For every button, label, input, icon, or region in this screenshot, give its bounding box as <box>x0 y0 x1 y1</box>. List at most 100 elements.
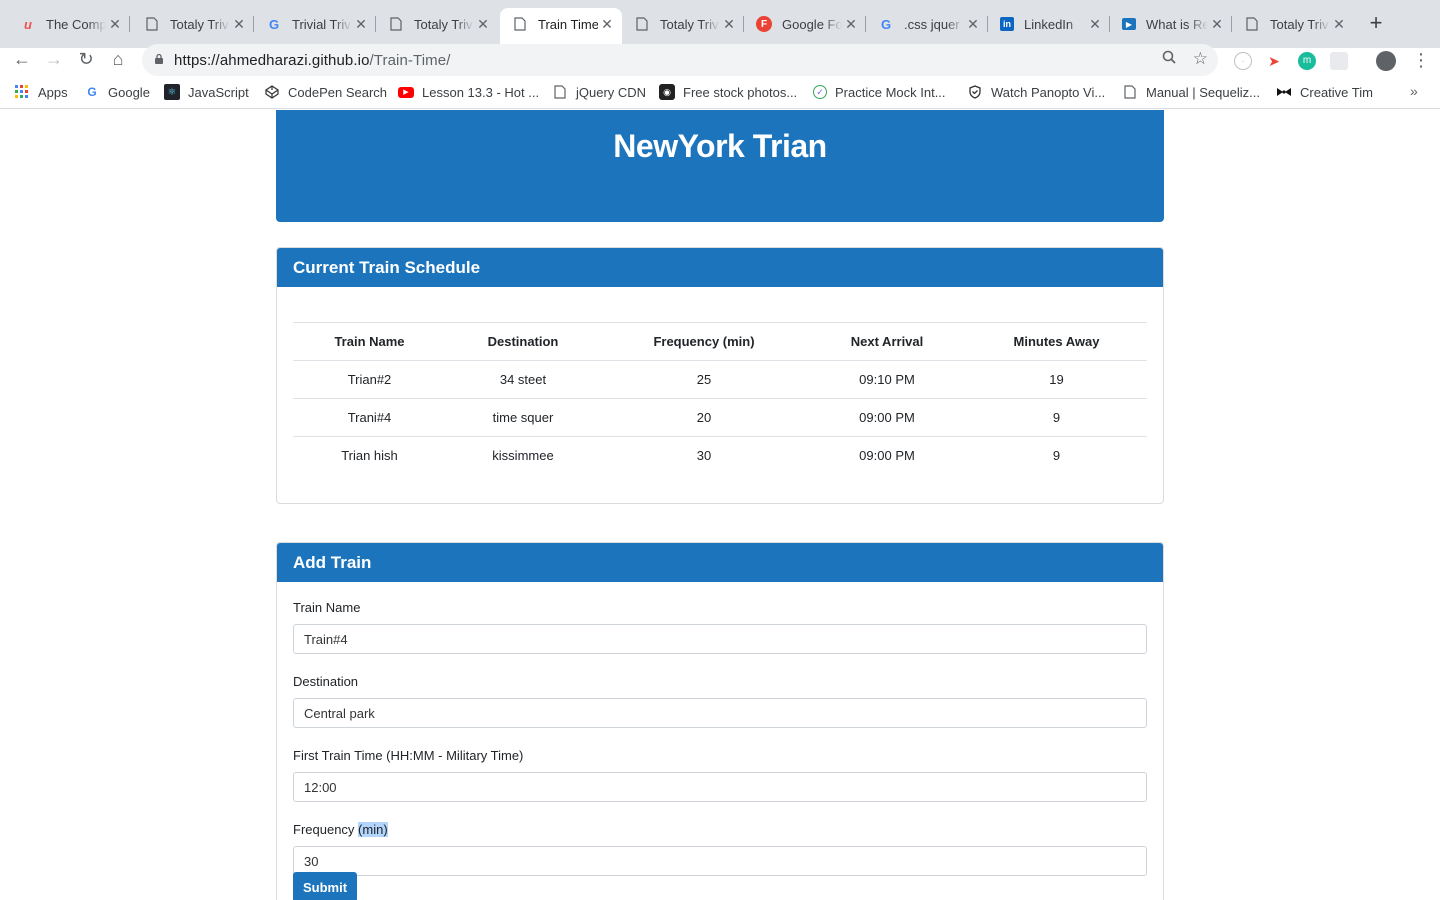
browser-tabstrip: u The Comp ✕ Totaly Triv ✕ G Trivial Tri… <box>0 0 1440 48</box>
bookmark-sequelize[interactable]: Manual | Sequeliz... <box>1122 83 1260 101</box>
train-name-input[interactable] <box>293 624 1147 654</box>
tab-title: Totaly Triv <box>1270 16 1329 32</box>
bookmark-apps[interactable]: Apps <box>14 83 68 101</box>
frequency-label: Frequency (min) <box>293 822 1147 838</box>
zoom-magnifier-icon[interactable] <box>1162 50 1176 68</box>
page-icon <box>1122 84 1138 100</box>
forward-arrow-icon[interactable]: → <box>42 48 66 72</box>
browser-menu-icon[interactable]: ⋮ <box>1412 50 1430 70</box>
bookmark-google[interactable]: G Google <box>84 83 150 101</box>
page-title: NewYork Trian <box>613 128 827 164</box>
browser-tab[interactable]: Totaly Triv ✕ <box>1232 8 1354 40</box>
frequency-input[interactable] <box>293 846 1147 876</box>
bookmark-label: Manual | Sequeliz... <box>1146 84 1260 100</box>
tab-title: LinkedIn <box>1024 16 1074 32</box>
home-icon[interactable]: ⌂ <box>106 48 130 72</box>
close-icon[interactable]: ✕ <box>230 16 248 33</box>
column-header: Train Name <box>293 322 446 361</box>
close-icon[interactable]: ✕ <box>964 16 982 33</box>
bookmark-stock-photos[interactable]: ◉ Free stock photos... <box>659 83 797 101</box>
new-tab-plus-icon[interactable]: + <box>1364 12 1388 36</box>
first-train-time-label: First Train Time (HH:MM - Military Time) <box>293 748 524 763</box>
bookmark-codepen[interactable]: CodePen Search <box>264 83 387 101</box>
first-train-time-input[interactable] <box>293 772 1147 802</box>
bookmark-mock-interview[interactable]: ✓ Practice Mock Int... <box>813 83 946 101</box>
browser-tab[interactable]: ▶ What is Re ✕ <box>1110 8 1232 40</box>
browser-tab[interactable]: G Trivial Triv ✕ <box>254 8 376 40</box>
tab-title: Google Fo <box>782 16 842 32</box>
extension-m-icon[interactable]: m <box>1298 52 1316 70</box>
cell-destination: 34 steet <box>446 360 600 399</box>
close-icon[interactable]: ✕ <box>1086 16 1104 33</box>
url-path: /Train-Time/ <box>369 51 451 69</box>
table-row: Trian hish kissimmee 30 09:00 PM 9 <box>293 436 1147 475</box>
close-icon[interactable]: ✕ <box>1330 16 1348 33</box>
bookmark-lesson[interactable]: ▶ Lesson 13.3 - Hot ... <box>398 83 539 101</box>
tab-title: Totaly Triv <box>414 16 473 32</box>
close-icon[interactable]: ✕ <box>598 16 616 33</box>
check-icon: ✓ <box>813 85 827 99</box>
browser-tab[interactable]: in LinkedIn ✕ <box>988 8 1110 40</box>
back-arrow-icon[interactable]: ← <box>10 48 34 72</box>
url-host: https://ahmedharazi.github.io <box>174 51 370 69</box>
tab-divider <box>129 16 130 32</box>
add-train-panel: Add Train Train Name Destination First T… <box>276 542 1164 900</box>
cell-train-name: Trian#2 <box>293 360 446 399</box>
google-icon: G <box>880 16 892 32</box>
bookmark-label: Creative Tim <box>1300 84 1373 100</box>
close-icon[interactable]: ✕ <box>842 16 860 33</box>
bookmark-label: Apps <box>38 84 68 100</box>
destination-input[interactable] <box>293 698 1147 728</box>
url-text: https://ahmedharazi.github.io/Train-Time… <box>174 52 450 69</box>
header-jumbotron: NewYork Trian <box>276 110 1164 222</box>
camera-icon: ◉ <box>659 84 675 100</box>
cell-frequency: 30 <box>600 436 808 475</box>
google-icon: G <box>268 16 280 32</box>
bookmark-panopto[interactable]: Watch Panopto Vi... <box>967 83 1105 101</box>
close-icon[interactable]: ✕ <box>352 16 370 33</box>
chevron-more-icon[interactable]: » <box>1410 83 1418 99</box>
schedule-heading: Current Train Schedule <box>277 248 1163 287</box>
table-row: Trian#2 34 steet 25 09:10 PM 19 <box>293 360 1147 399</box>
browser-tab[interactable]: G .css jquer ✕ <box>866 8 988 40</box>
codepen-icon <box>264 84 280 100</box>
close-icon[interactable]: ✕ <box>1208 16 1226 33</box>
bowtie-icon <box>1276 84 1292 100</box>
close-icon[interactable]: ✕ <box>474 16 492 33</box>
address-bar[interactable]: https://ahmedharazi.github.io/Train-Time… <box>142 44 1218 76</box>
bookmark-creative-tim[interactable]: Creative Tim <box>1276 83 1373 101</box>
extension-icon[interactable]: · <box>1234 52 1252 70</box>
bookmark-label: Free stock photos... <box>683 84 798 100</box>
close-icon[interactable]: ✕ <box>106 16 124 33</box>
profile-avatar-icon[interactable] <box>1376 51 1396 71</box>
browser-tab[interactable]: Totaly Triv ✕ <box>376 8 498 40</box>
browser-tab[interactable]: Totaly Triv ✕ <box>132 8 254 40</box>
tab-title: The Comp <box>46 16 106 32</box>
tab-title: .css jquer <box>904 16 960 32</box>
reload-icon[interactable]: ↻ <box>74 48 98 72</box>
page-icon <box>144 16 160 32</box>
bookmark-jquery[interactable]: jQuery CDN <box>552 83 646 101</box>
cell-destination: time squer <box>446 398 600 437</box>
tab-title: Trivial Triv <box>292 16 351 32</box>
google-icon: G <box>87 85 97 99</box>
extension-arrow-icon[interactable]: ➤ <box>1265 52 1283 70</box>
frequency-label-text: Frequency <box>293 822 359 837</box>
submit-button[interactable]: Submit <box>293 872 358 900</box>
page-icon <box>634 16 650 32</box>
close-icon[interactable]: ✕ <box>720 16 738 33</box>
cell-train-name: Trani#4 <box>293 398 446 437</box>
browser-tab[interactable]: Totaly Triv ✕ <box>622 8 744 40</box>
browser-tab[interactable]: u The Comp ✕ <box>8 8 130 40</box>
column-header: Destination <box>446 322 600 361</box>
bookmark-label: JavaScript <box>188 84 249 100</box>
add-train-heading: Add Train <box>277 543 1163 582</box>
bookmark-star-icon[interactable]: ☆ <box>1193 49 1208 69</box>
browser-tab[interactable]: F Google Fo ✕ <box>744 8 866 40</box>
bookmark-label: Watch Panopto Vi... <box>991 84 1106 100</box>
extension-grid-icon[interactable] <box>1330 52 1348 70</box>
page-icon <box>512 16 528 32</box>
browser-tab-active[interactable]: Train Time ✕ <box>500 8 622 48</box>
bookmark-label: CodePen Search <box>288 84 388 100</box>
bookmark-javascript[interactable]: ⚛ JavaScript <box>164 83 249 101</box>
